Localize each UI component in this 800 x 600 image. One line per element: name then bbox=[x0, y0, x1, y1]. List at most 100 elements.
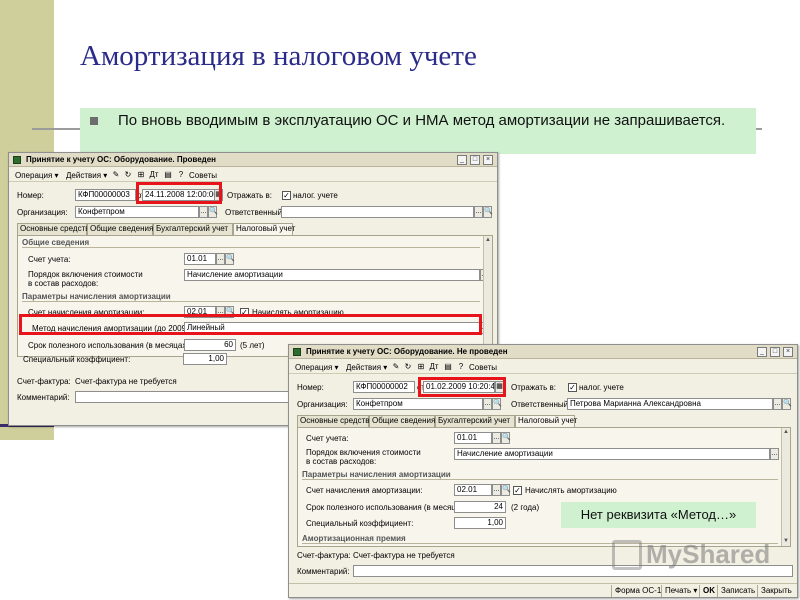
close-button[interactable]: Закрыть bbox=[757, 585, 795, 597]
amort-account-field[interactable]: 02.01 bbox=[454, 484, 492, 496]
responsible-field[interactable] bbox=[281, 206, 474, 218]
edit-icon[interactable]: ✎ bbox=[391, 362, 401, 372]
org-field[interactable]: Конфетпром bbox=[353, 398, 483, 410]
expense-order-field[interactable]: Начисление амортизации bbox=[184, 269, 480, 281]
tab-fixed-assets[interactable]: Основные средства bbox=[297, 415, 374, 427]
tax-accounting-label: налог. учете bbox=[293, 191, 338, 200]
responsible-open-icon[interactable]: 🔍 bbox=[782, 398, 792, 410]
order-label-line2: в состав расходов: bbox=[306, 457, 377, 466]
report-icon[interactable]: ▤ bbox=[163, 170, 173, 180]
expense-order-field[interactable]: Начисление амортизации bbox=[454, 448, 770, 460]
ok-button[interactable]: OK bbox=[699, 585, 718, 597]
panel-scrollbar[interactable]: ▲ bbox=[483, 236, 492, 356]
refresh-icon[interactable]: ↻ bbox=[123, 170, 133, 180]
account-field[interactable]: 01.01 bbox=[184, 253, 216, 265]
tips-button[interactable]: Советы bbox=[465, 361, 501, 373]
coefficient-field[interactable]: 1,00 bbox=[454, 517, 506, 529]
operation-menu[interactable]: Операция ▾ bbox=[11, 169, 63, 181]
section-amortization-params: Параметры начисления амортизации bbox=[22, 292, 480, 302]
useful-life-note: (2 года) bbox=[511, 503, 540, 512]
toolbar: Операция ▾ Действия ▾ ✎ ↻ ⊞ Дт ▤ ? Совет… bbox=[9, 168, 497, 182]
number-label: Номер: bbox=[297, 383, 324, 392]
account-field[interactable]: 01.01 bbox=[454, 432, 492, 444]
account-open-icon[interactable]: 🔍 bbox=[225, 253, 235, 265]
responsible-select-button[interactable]: … bbox=[773, 398, 782, 410]
account-open-icon[interactable]: 🔍 bbox=[501, 432, 511, 444]
tab-general[interactable]: Общие сведения bbox=[369, 415, 435, 427]
minimize-icon[interactable]: _ bbox=[757, 347, 767, 357]
tab-fixed-assets[interactable]: Основные средства bbox=[17, 223, 94, 235]
operation-menu[interactable]: Операция ▾ bbox=[291, 361, 343, 373]
edit-icon[interactable]: ✎ bbox=[111, 170, 121, 180]
invoice-value[interactable]: Счет-фактура не требуется bbox=[75, 377, 177, 386]
window-titlebar[interactable]: Принятие к учету ОС: Оборудование. Прове… bbox=[9, 153, 497, 167]
window-titlebar[interactable]: Принятие к учету ОС: Оборудование. Не пр… bbox=[289, 345, 797, 359]
number-field[interactable]: КФП00000002 bbox=[353, 381, 415, 393]
account-select-button[interactable]: … bbox=[216, 253, 225, 265]
org-open-icon[interactable]: 🔍 bbox=[208, 206, 218, 218]
structure-icon[interactable]: ⊞ bbox=[136, 170, 146, 180]
useful-life-label: Срок полезного использования (в месяцах)… bbox=[28, 341, 192, 350]
org-field[interactable]: Конфетпром bbox=[75, 206, 199, 218]
reflect-label: Отражать в: bbox=[227, 191, 272, 200]
section-general: Общие сведения bbox=[22, 238, 480, 248]
print-button[interactable]: Печать ▾ bbox=[661, 585, 700, 597]
org-open-icon[interactable]: 🔍 bbox=[492, 398, 502, 410]
amort-account-open-icon[interactable]: 🔍 bbox=[501, 484, 511, 496]
order-label-line1: Порядок включения стоимости bbox=[306, 448, 421, 457]
minimize-icon[interactable]: _ bbox=[457, 155, 467, 165]
postings-icon[interactable]: Дт bbox=[149, 170, 159, 180]
org-select-button[interactable]: … bbox=[199, 206, 208, 218]
bottom-button-bar: Форма ОС-1 Печать ▾ OK Записать Закрыть bbox=[289, 583, 797, 597]
account-select-button[interactable]: … bbox=[492, 432, 501, 444]
tax-accounting-label: налог. учете bbox=[579, 383, 624, 392]
amort-account-select-button[interactable]: … bbox=[492, 484, 501, 496]
responsible-select-button[interactable]: … bbox=[474, 206, 483, 218]
scroll-down-icon[interactable]: ▼ bbox=[782, 537, 790, 546]
tips-button[interactable]: Советы bbox=[185, 169, 221, 181]
useful-life-field[interactable]: 24 bbox=[454, 501, 506, 513]
tax-accounting-checkbox[interactable]: ✓ bbox=[568, 383, 577, 392]
bullet-text: По вновь вводимым в эксплуатацию ОС и НМ… bbox=[118, 112, 726, 129]
watermark-text: MyShared bbox=[646, 539, 771, 569]
responsible-field[interactable]: Петрова Марианна Александровна bbox=[567, 398, 773, 410]
form-os1-button[interactable]: Форма ОС-1 bbox=[611, 585, 664, 597]
close-icon[interactable]: × bbox=[783, 347, 793, 357]
number-field[interactable]: КФП00000003 bbox=[75, 189, 136, 201]
expense-order-select-button[interactable]: … bbox=[770, 448, 779, 460]
invoice-label: Счет-фактура: bbox=[17, 377, 71, 386]
report-icon[interactable]: ▤ bbox=[443, 362, 453, 372]
tax-accounting-checkbox[interactable]: ✓ bbox=[282, 191, 291, 200]
tab-bar: Основные средства Общие сведения Бухгалт… bbox=[297, 415, 787, 428]
coefficient-label: Специальный коэффициент: bbox=[306, 519, 414, 528]
bullet-box: По вновь вводимым в эксплуатацию ОС и НМ… bbox=[80, 108, 756, 154]
close-icon[interactable]: × bbox=[483, 155, 493, 165]
responsible-open-icon[interactable]: 🔍 bbox=[483, 206, 493, 218]
actions-menu[interactable]: Действия ▾ bbox=[342, 361, 391, 373]
actions-menu[interactable]: Действия ▾ bbox=[62, 169, 111, 181]
scroll-up-icon[interactable]: ▲ bbox=[782, 428, 790, 437]
tab-accounting[interactable]: Бухгалтерский учет bbox=[153, 223, 233, 235]
accrue-amortization-checkbox[interactable]: ✓ bbox=[513, 486, 522, 495]
tab-general[interactable]: Общие сведения bbox=[87, 223, 153, 235]
method-highlight bbox=[19, 314, 482, 335]
refresh-icon[interactable]: ↻ bbox=[403, 362, 413, 372]
org-label: Организация: bbox=[297, 400, 348, 409]
invoice-value[interactable]: Счет-фактура не требуется bbox=[353, 551, 455, 560]
maximize-icon[interactable]: □ bbox=[770, 347, 780, 357]
org-select-button[interactable]: … bbox=[483, 398, 492, 410]
org-label: Организация: bbox=[17, 208, 68, 217]
coefficient-field[interactable]: 1,00 bbox=[183, 353, 227, 365]
responsible-label: Ответственный: bbox=[511, 400, 571, 409]
slide-title: Амортизация в налоговом учете bbox=[80, 40, 477, 72]
panel-scrollbar[interactable]: ▲ ▼ bbox=[781, 428, 790, 546]
order-label-line1: Порядок включения стоимости bbox=[28, 270, 143, 279]
useful-life-field[interactable]: 60 bbox=[184, 339, 236, 351]
date-highlight-window2 bbox=[418, 377, 506, 397]
postings-icon[interactable]: Дт bbox=[429, 362, 439, 372]
tab-accounting[interactable]: Бухгалтерский учет bbox=[435, 415, 515, 427]
structure-icon[interactable]: ⊞ bbox=[416, 362, 426, 372]
save-button[interactable]: Записать bbox=[717, 585, 758, 597]
maximize-icon[interactable]: □ bbox=[470, 155, 480, 165]
scroll-up-icon[interactable]: ▲ bbox=[484, 236, 492, 245]
